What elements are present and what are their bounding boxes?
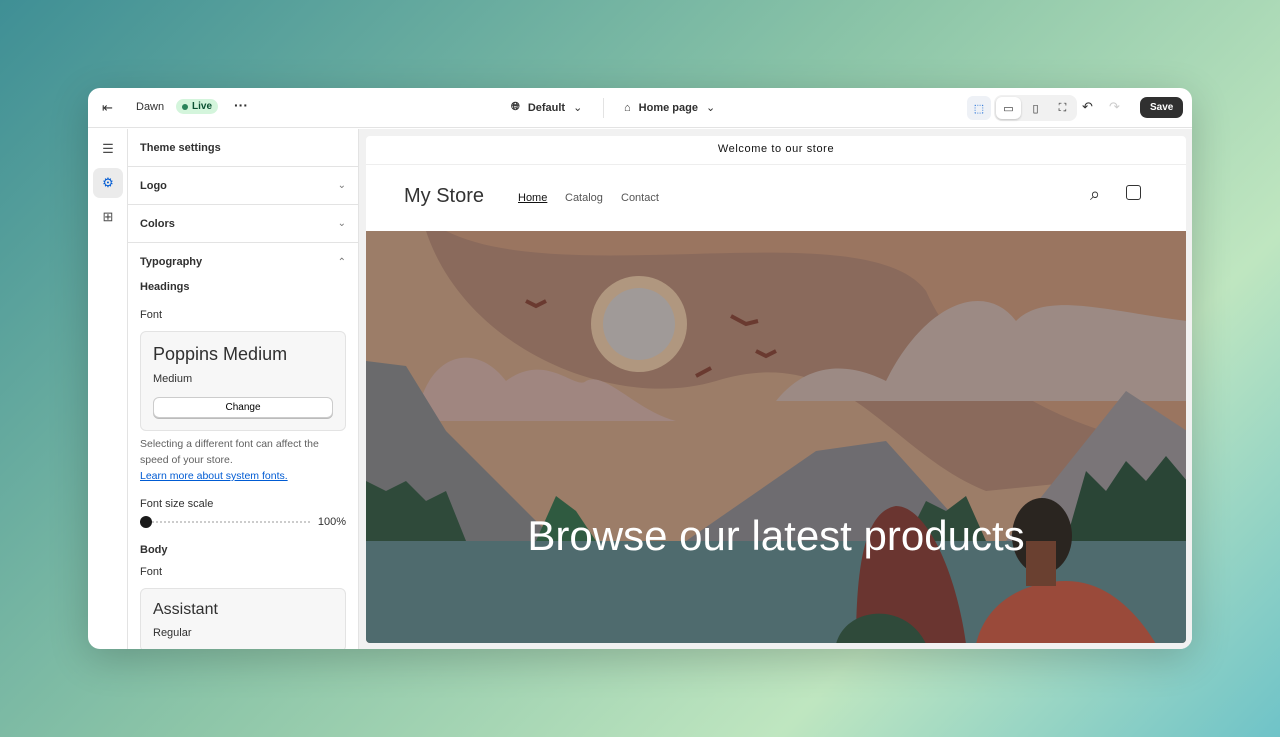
storefront: Welcome to our store My Store Home Catal…	[366, 136, 1186, 643]
chevron-down-icon: ⌄	[337, 218, 346, 229]
more-icon[interactable]: ···	[234, 97, 248, 113]
section-typography[interactable]: Typography ⌃	[128, 243, 358, 281]
help-text: Selecting a different font can affect th…	[140, 438, 319, 466]
theme-name: Dawn	[136, 101, 165, 113]
topbar: ⇤ Dawn Live ··· 🌐︎ Default ⌄ ⌂ Home page ⌄ ⬚…	[88, 88, 1192, 128]
font-label: Font	[140, 309, 163, 321]
announcement-bar: Welcome to our store	[366, 136, 1186, 165]
inspector-icon[interactable]: ⬚	[967, 96, 991, 120]
live-dot-icon	[182, 103, 188, 110]
cart-icon[interactable]	[1126, 185, 1141, 200]
font-name: Poppins Medium	[153, 344, 288, 364]
font-name: Assistant	[153, 601, 218, 618]
slider-handle[interactable]	[140, 516, 152, 528]
font-weight: Medium	[153, 373, 193, 385]
search-icon[interactable]: ⌕	[1090, 184, 1100, 205]
fullscreen-icon[interactable]: ⛶	[1050, 97, 1075, 119]
font-size-slider[interactable]	[140, 516, 310, 528]
heading-font-card: Poppins Medium Medium Change	[140, 331, 346, 431]
chevron-up-icon: ⌃	[337, 256, 346, 268]
store-logo[interactable]: My Store	[404, 185, 484, 208]
store-header: My Store Home Catalog Contact ⌕	[366, 165, 1186, 231]
headings-label: Headings	[140, 281, 190, 293]
redo-icon[interactable]: ↷	[1109, 99, 1120, 115]
mobile-icon[interactable]: ▯	[1023, 97, 1048, 119]
system-fonts-link[interactable]: Learn more about system fonts.	[128, 468, 358, 484]
panel-title: Theme settings	[128, 129, 358, 167]
globe-icon: 🌐︎	[511, 101, 520, 113]
theme-settings-panel: Theme settings Logo ⌄ Colors ⌄ Typography ⌃…	[128, 129, 359, 649]
body-font-label: Font	[140, 566, 163, 578]
nav-home[interactable]: Home	[518, 192, 547, 204]
device-toggle: ▭ ▯ ⛶	[994, 95, 1077, 121]
font-size-scale-label: Font size scale	[140, 498, 214, 510]
chevron-down-icon: ⌄	[337, 180, 346, 191]
nav-catalog[interactable]: Catalog	[565, 192, 603, 204]
theme-editor-window: ⇤ Dawn Live ··· 🌐︎ Default ⌄ ⌂ Home page ⌄ ⬚…	[88, 88, 1192, 649]
body-font-card: Assistant Regular	[140, 588, 346, 649]
section-colors[interactable]: Colors ⌄	[128, 205, 358, 243]
sidebar-rail: ☰ ⚙ ⊞	[88, 129, 128, 649]
hero-heading: Browse our latest products	[527, 512, 1025, 559]
font-size-scale: 100%	[128, 516, 358, 528]
sections-icon[interactable]: ☰	[93, 134, 123, 164]
chevron-down-icon: ⌄	[705, 102, 716, 114]
font-weight: Regular	[153, 627, 192, 639]
apps-icon[interactable]: ⊞	[93, 202, 123, 232]
store-preview: Welcome to our store My Store Home Catal…	[359, 129, 1192, 649]
status-badge: Live	[176, 99, 219, 114]
font-size-value: 100%	[317, 516, 346, 528]
home-icon: ⌂	[624, 101, 631, 114]
body-label: Body	[140, 544, 168, 556]
save-button[interactable]: Save	[1140, 97, 1184, 118]
view-dropdown[interactable]: 🌐︎ Default ⌄	[511, 101, 582, 114]
change-font-button[interactable]: Change	[153, 397, 333, 418]
chevron-down-icon: ⌄	[573, 102, 583, 114]
desktop-icon[interactable]: ▭	[996, 97, 1021, 119]
hero-illustration	[366, 231, 1186, 643]
page-dropdown[interactable]: ⌂ Home page ⌄	[624, 101, 716, 115]
divider	[603, 98, 604, 118]
gear-icon[interactable]: ⚙	[93, 168, 123, 198]
undo-icon[interactable]: ↶	[1082, 99, 1093, 115]
exit-icon[interactable]: ⇤	[102, 100, 113, 116]
section-logo[interactable]: Logo ⌄	[128, 167, 358, 205]
nav-contact[interactable]: Contact	[621, 192, 659, 204]
